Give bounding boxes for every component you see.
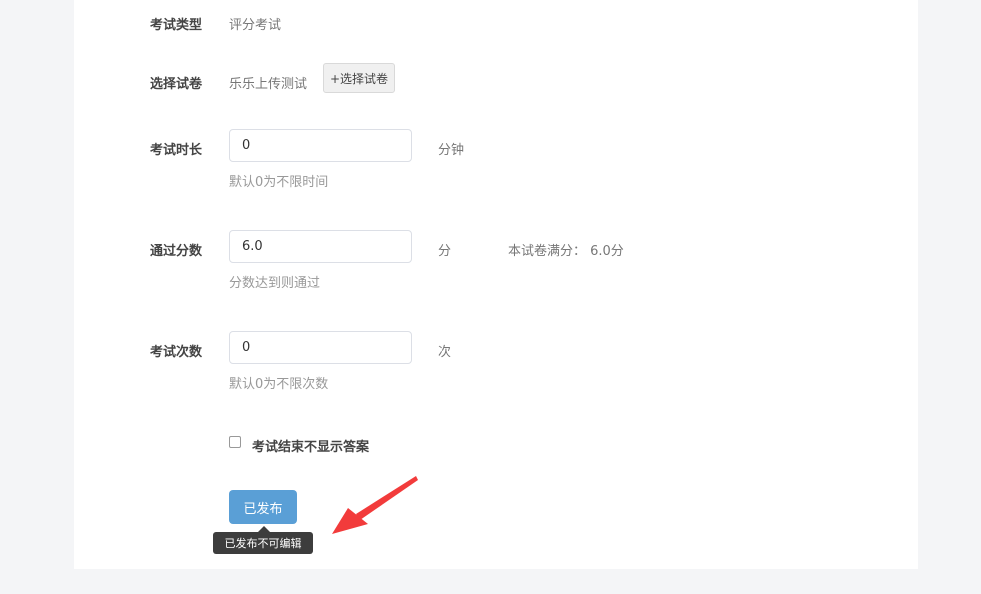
- duration-unit: 分钟: [438, 143, 465, 158]
- duration-input[interactable]: [229, 129, 412, 162]
- select-paper-button[interactable]: +选择试卷: [323, 63, 395, 93]
- duration-label: 考试时长: [150, 143, 203, 158]
- pass-score-label: 通过分数: [150, 244, 203, 259]
- attempts-unit: 次: [438, 345, 452, 360]
- pass-score-unit: 分: [438, 244, 452, 259]
- pass-score-input[interactable]: [229, 230, 412, 263]
- attempts-input[interactable]: [229, 331, 412, 364]
- hide-answers-label[interactable]: 考试结束不显示答案: [252, 436, 369, 455]
- annotation-arrow-icon: [332, 476, 418, 534]
- exam-paper-label: 选择试卷: [150, 77, 203, 92]
- full-score-note: 本试卷满分： 6.0分: [508, 244, 624, 259]
- exam-type-label: 考试类型: [150, 18, 203, 33]
- exam-type-value: 评分考试: [229, 18, 282, 33]
- duration-help: 默认0为不限时间: [229, 175, 329, 190]
- exam-paper-value: 乐乐上传测试: [229, 77, 308, 92]
- attempts-label: 考试次数: [150, 345, 203, 360]
- hide-answers-checkbox[interactable]: [229, 436, 241, 448]
- attempts-help: 默认0为不限次数: [229, 377, 329, 392]
- published-button[interactable]: 已发布: [229, 490, 297, 524]
- pass-score-help: 分数达到则通过: [229, 276, 321, 291]
- published-tooltip: 已发布不可编辑: [213, 532, 313, 554]
